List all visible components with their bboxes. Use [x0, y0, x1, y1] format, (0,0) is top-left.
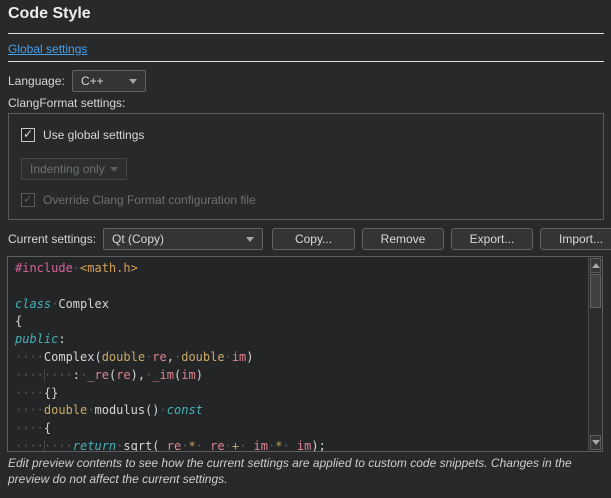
code-token: #include — [15, 261, 73, 275]
code-token: double — [181, 350, 224, 364]
code-token: const — [167, 403, 203, 417]
code-token: ) — [246, 350, 253, 364]
whitespace-dots: ···· — [15, 386, 44, 400]
clangformat-groupbox: Use global settings Indenting only Overr… — [8, 113, 604, 220]
code-token: , — [167, 350, 174, 364]
code-token: _re — [87, 368, 109, 382]
code-line — [15, 278, 587, 296]
whitespace-dots: · — [160, 403, 167, 417]
code-token: return — [73, 439, 116, 451]
vertical-scrollbar[interactable] — [588, 257, 602, 451]
separator — [8, 61, 604, 62]
code-token: ), — [131, 368, 145, 382]
code-area[interactable]: #include·<math.h>class·Complex{public:··… — [8, 257, 587, 451]
scroll-up-icon — [592, 263, 600, 268]
code-token: _re — [160, 439, 182, 451]
current-settings-label: Current settings: — [8, 232, 96, 246]
code-token: double — [102, 350, 145, 364]
whitespace-dots: · — [225, 439, 232, 451]
code-token: _im — [152, 368, 174, 382]
indent-guide — [44, 369, 45, 382]
code-token: _im — [246, 439, 268, 451]
code-token: re — [116, 368, 130, 382]
code-token: : — [73, 368, 80, 382]
code-token: { — [15, 314, 22, 328]
whitespace-dots: · — [225, 350, 232, 364]
override-clang-format-checkbox: Override Clang Format configuration file — [21, 193, 256, 207]
whitespace-dots: ···· — [15, 421, 44, 435]
remove-button[interactable]: Remove — [362, 228, 444, 250]
scrollbar-thumb[interactable] — [590, 274, 601, 308]
code-token: public — [15, 332, 58, 346]
code-line: #include·<math.h> — [15, 260, 587, 278]
indent-guide — [44, 440, 45, 451]
whitespace-dots: · — [73, 261, 80, 275]
dropdown-arrow-icon — [246, 237, 254, 242]
code-line: ····{} — [15, 385, 587, 403]
code-line: ········return·sqrt(_re·*·_re·+·_im·*·_i… — [15, 438, 587, 451]
whitespace-dots: · — [87, 403, 94, 417]
clangformat-settings-label: ClangFormat settings: — [8, 96, 125, 110]
code-token: double — [44, 403, 87, 417]
whitespace-dots: · — [196, 439, 203, 451]
checkbox-checked-icon — [21, 193, 35, 207]
use-global-settings-label: Use global settings — [43, 128, 144, 142]
code-token: * — [188, 439, 195, 451]
code-token: sqrt( — [123, 439, 159, 451]
code-token: re — [152, 350, 166, 364]
indenting-mode-value: Indenting only — [30, 162, 105, 176]
language-select-value: C++ — [81, 74, 104, 88]
whitespace-dots: ···· — [15, 403, 44, 417]
dropdown-arrow-icon — [129, 79, 137, 84]
code-token: : — [58, 332, 65, 346]
dropdown-arrow-icon — [110, 167, 118, 172]
import-button[interactable]: Import... — [540, 228, 611, 250]
code-preview-editor[interactable]: #include·<math.h>class·Complex{public:··… — [7, 256, 603, 452]
override-clang-format-label: Override Clang Format configuration file — [43, 193, 256, 207]
code-token: {} — [44, 386, 58, 400]
language-label: Language: — [8, 74, 65, 88]
code-token: <math.h> — [80, 261, 138, 275]
whitespace-dots: ···· — [15, 350, 44, 364]
scroll-down-icon — [592, 440, 600, 445]
code-line: ····{ — [15, 420, 587, 438]
code-line: { — [15, 313, 587, 331]
indenting-mode-select: Indenting only — [21, 158, 127, 180]
code-token: im — [232, 350, 246, 364]
separator — [8, 33, 604, 34]
export-button[interactable]: Export... — [451, 228, 533, 250]
code-token: Complex( — [44, 350, 102, 364]
code-token: ) — [196, 368, 203, 382]
code-line: ····Complex(double·re,·double·im) — [15, 349, 587, 367]
code-token: Complex — [58, 297, 109, 311]
current-settings-select[interactable]: Qt (Copy) — [103, 228, 263, 250]
copy-button[interactable]: Copy... — [272, 228, 355, 250]
code-token: modulus() — [95, 403, 160, 417]
current-settings-value: Qt (Copy) — [112, 232, 164, 246]
global-settings-link[interactable]: Global settings — [8, 42, 87, 56]
language-select[interactable]: C++ — [72, 70, 146, 92]
code-token: + — [232, 439, 239, 451]
whitespace-dots: · — [282, 439, 289, 451]
code-token: _re — [203, 439, 225, 451]
scroll-down-button[interactable] — [590, 435, 601, 450]
use-global-settings-checkbox[interactable]: Use global settings — [21, 128, 144, 142]
code-token: class — [15, 297, 51, 311]
scroll-up-button[interactable] — [590, 258, 601, 273]
code-line: class·Complex — [15, 296, 587, 314]
checkbox-checked-icon — [21, 128, 35, 142]
code-token: im — [181, 368, 195, 382]
code-style-settings-page: Code Style Global settings Language: C++… — [0, 0, 611, 498]
code-line: public: — [15, 331, 587, 349]
page-title: Code Style — [8, 5, 91, 23]
code-line: ····double·modulus()·const — [15, 402, 587, 420]
code-token: _im — [290, 439, 312, 451]
code-token: ); — [311, 439, 325, 451]
code-token: { — [44, 421, 51, 435]
code-line: ········:·_re(re),·_im(im) — [15, 367, 587, 385]
preview-hint-text: Edit preview contents to see how the cur… — [8, 456, 605, 487]
